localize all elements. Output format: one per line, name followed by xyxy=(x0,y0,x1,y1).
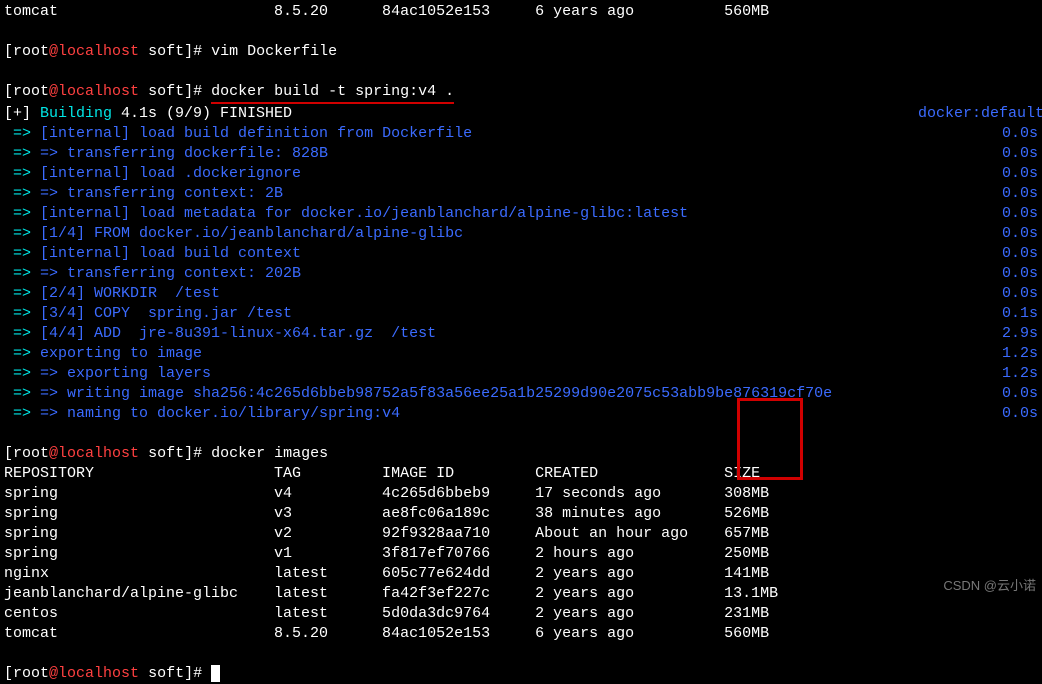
table-row: spring v3 ae8fc06a189c 38 minutes ago 52… xyxy=(4,504,1038,524)
size-highlight-box xyxy=(737,398,803,480)
build-step: => => transferring context: 202B0.0s xyxy=(4,264,1038,284)
table-row: nginx latest 605c77e624dd 2 years ago 14… xyxy=(4,564,1038,584)
build-header: [+] Building 4.1s (9/9) FINISHED docker:… xyxy=(4,104,1038,124)
prompt-line-cursor[interactable]: [root@localhost soft]# xyxy=(4,644,1038,684)
cmd-build: docker build -t spring:v4 . xyxy=(211,82,454,104)
table-row: tomcat 8.5.20 84ac1052e153 6 years ago 5… xyxy=(4,624,1038,644)
build-step: => [1/4] FROM docker.io/jeanblanchard/al… xyxy=(4,224,1038,244)
build-step: => => transferring dockerfile: 828B0.0s xyxy=(4,144,1038,164)
partial-top-row: tomcat 8.5.20 84ac1052e153 6 years ago 5… xyxy=(4,2,1038,22)
table-row: centos latest 5d0da3dc9764 2 years ago 2… xyxy=(4,604,1038,624)
table-header: REPOSITORY TAG IMAGE ID CREATED SIZE xyxy=(4,464,1038,484)
cursor xyxy=(211,665,220,682)
build-step: => [2/4] WORKDIR /test0.0s xyxy=(4,284,1038,304)
build-step: => [internal] load .dockerignore0.0s xyxy=(4,164,1038,184)
build-step: => => transferring context: 2B0.0s xyxy=(4,184,1038,204)
build-step: => [internal] load build definition from… xyxy=(4,124,1038,144)
table-row: spring v2 92f9328aa710 About an hour ago… xyxy=(4,524,1038,544)
cmd-vim: vim Dockerfile xyxy=(211,43,337,60)
table-row: spring v4 4c265d6bbeb9 17 seconds ago 30… xyxy=(4,484,1038,504)
prompt-line-vim: [root@localhost soft]# vim Dockerfile xyxy=(4,22,1038,62)
build-step: => => naming to docker.io/library/spring… xyxy=(4,404,1038,424)
cmd-images: docker images xyxy=(211,445,328,462)
build-step: => [4/4] ADD jre-8u391-linux-x64.tar.gz … xyxy=(4,324,1038,344)
prompt-line-build: [root@localhost soft]# docker build -t s… xyxy=(4,62,1038,104)
build-step: => exporting to image1.2s xyxy=(4,344,1038,364)
build-step: => => exporting layers1.2s xyxy=(4,364,1038,384)
table-row: spring v1 3f817ef70766 2 hours ago 250MB xyxy=(4,544,1038,564)
watermark: CSDN @云小诺 xyxy=(943,576,1036,596)
build-step: => [internal] load build context0.0s xyxy=(4,244,1038,264)
build-backend: docker:default xyxy=(918,104,1038,124)
prompt-line-images: [root@localhost soft]# docker images xyxy=(4,424,1038,464)
build-step: => [3/4] COPY spring.jar /test0.1s xyxy=(4,304,1038,324)
build-step: => [internal] load metadata for docker.i… xyxy=(4,204,1038,224)
build-step: => => writing image sha256:4c265d6bbeb98… xyxy=(4,384,1038,404)
table-row: jeanblanchard/alpine-glibc latest fa42f3… xyxy=(4,584,1038,604)
